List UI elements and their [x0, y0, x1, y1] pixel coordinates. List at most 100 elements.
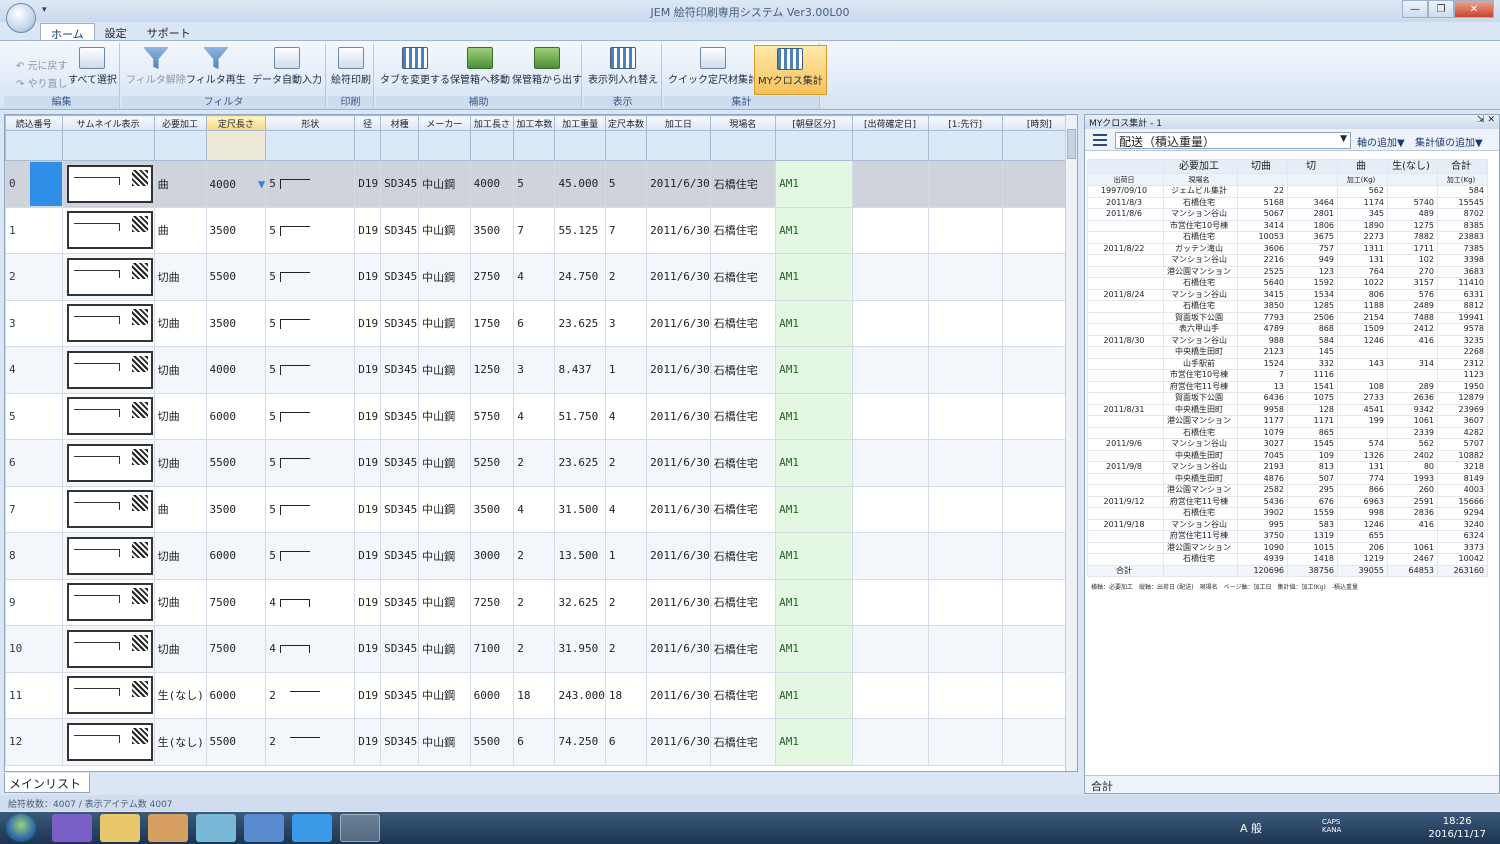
time-slot-cell[interactable]: AM1	[775, 532, 853, 580]
side-total-tab[interactable]: 合計	[1085, 775, 1499, 793]
table-cell[interactable]	[851, 625, 929, 673]
table-cell[interactable]: 4	[513, 392, 556, 440]
processing-cell[interactable]: 切曲	[153, 392, 207, 440]
stock-length-cell[interactable]: 3500	[205, 206, 267, 254]
time-slot-cell[interactable]: AM1	[775, 392, 853, 440]
table-cell[interactable]	[851, 439, 929, 487]
table-row[interactable]: 7 曲 3500 5 D19 SD345 中山鋼 3500 4 31.500 4 2011/6/30 石…	[5, 485, 1077, 533]
table-cell[interactable]: 2011/6/30	[646, 671, 711, 719]
table-row[interactable]: 5 切曲 6000 5 D19 SD345 中山鋼 5750 4 51.750 4 2011/6/30…	[5, 392, 1077, 440]
table-cell[interactable]: 4	[604, 392, 648, 440]
shape-cell[interactable]: 4	[265, 578, 356, 626]
stock-length-cell[interactable]: 5500	[205, 253, 267, 301]
row-index-cell[interactable]: 1	[5, 206, 63, 254]
quick-total-button[interactable]: クイック定尺材集計	[668, 47, 758, 86]
thumbnail-cell[interactable]	[61, 160, 155, 208]
user-app-icon[interactable]	[52, 814, 92, 842]
ime-indicator[interactable]: A 般	[1240, 820, 1262, 836]
table-cell[interactable]: SD345	[380, 485, 420, 533]
table-cell[interactable]: SD345	[380, 439, 420, 487]
table-cell[interactable]	[927, 578, 1003, 626]
table-cell[interactable]: 74.250	[554, 718, 606, 766]
table-cell[interactable]: 7250	[469, 578, 515, 626]
table-cell[interactable]: 45.000	[554, 160, 606, 208]
filter-cell[interactable]	[851, 130, 929, 161]
column-header[interactable]: 加工本数	[513, 115, 556, 131]
paint-icon[interactable]	[148, 814, 188, 842]
tab-settings[interactable]: 設定	[95, 23, 137, 41]
thumbnail-cell[interactable]	[61, 578, 155, 626]
table-cell[interactable]: 6000	[469, 671, 515, 719]
time-slot-cell[interactable]: AM1	[775, 299, 853, 347]
thumbnail-cell[interactable]	[61, 671, 155, 719]
table-cell[interactable]: 31.950	[554, 625, 606, 673]
table-cell[interactable]	[851, 392, 929, 440]
table-cell[interactable]: 5	[604, 160, 648, 208]
table-cell[interactable]: 3	[604, 299, 648, 347]
filter-replay-button[interactable]: フィルタ再生	[186, 47, 246, 86]
thumbnail-image[interactable]	[66, 211, 153, 250]
table-cell[interactable]: 6	[604, 718, 648, 766]
filter-cell[interactable]	[418, 130, 471, 161]
table-cell[interactable]	[927, 253, 1003, 301]
table-cell[interactable]: 4000	[469, 160, 515, 208]
table-cell[interactable]: SD345	[380, 625, 420, 673]
table-cell[interactable]: 2	[604, 625, 648, 673]
table-row[interactable]: 10 切曲 7500 4 D19 SD345 中山鋼 7100 2 31.950 2 2011/6/3…	[5, 625, 1077, 673]
row-index-cell[interactable]: 5	[5, 392, 63, 440]
table-cell[interactable]: 2011/6/30	[646, 392, 711, 440]
column-header[interactable]: 定尺本数	[604, 115, 648, 131]
thumbnail-image[interactable]	[66, 257, 153, 296]
table-cell[interactable]: SD345	[380, 578, 420, 626]
table-cell[interactable]	[851, 346, 929, 394]
table-row[interactable]: 1 曲 3500 5 D19 SD345 中山鋼 3500 7 55.125 7 2011/6/30 石…	[5, 206, 1077, 254]
table-cell[interactable]: 中山鋼	[418, 299, 471, 347]
table-cell[interactable]	[927, 485, 1003, 533]
table-row[interactable]: 2 切曲 5500 5 D19 SD345 中山鋼 2750 4 24.750 2 2011/6/30…	[5, 253, 1077, 301]
table-cell[interactable]: D19	[354, 160, 382, 208]
table-row[interactable]: 11 生(なし) 6000 2 D19 SD345 中山鋼 6000 18 243.000 18 20…	[5, 671, 1077, 719]
shape-cell[interactable]: 5	[265, 532, 356, 580]
scrollbar-thumb[interactable]	[1067, 129, 1076, 159]
table-cell[interactable]: 6	[513, 299, 556, 347]
table-cell[interactable]	[851, 578, 929, 626]
table-cell[interactable]	[927, 625, 1003, 673]
table-cell[interactable]: 23.625	[554, 439, 606, 487]
table-cell[interactable]: D19	[354, 439, 382, 487]
table-cell[interactable]: 中山鋼	[418, 625, 471, 673]
table-cell[interactable]: 石橋住宅	[709, 718, 777, 766]
shape-cell[interactable]: 5	[265, 206, 356, 254]
table-cell[interactable]: D19	[354, 392, 382, 440]
table-cell[interactable]: 中山鋼	[418, 160, 471, 208]
redo-button[interactable]: ↷ やり直し	[16, 75, 68, 90]
table-cell[interactable]	[851, 485, 929, 533]
take-from-storage-button[interactable]: 保管箱から出す	[512, 47, 582, 86]
table-cell[interactable]: 2011/6/30	[646, 346, 711, 394]
table-cell[interactable]: 石橋住宅	[709, 346, 777, 394]
table-row[interactable]: 12 生(なし) 5500 2 D19 SD345 中山鋼 5500 6 74.250 6 2011/…	[5, 718, 1077, 766]
table-cell[interactable]	[927, 299, 1003, 347]
change-tab-button[interactable]: タブを変更する	[380, 47, 450, 86]
stock-length-cell[interactable]: 3500	[205, 299, 267, 347]
table-row[interactable]: 9 切曲 7500 4 D19 SD345 中山鋼 7250 2 32.625 2 2011/6/30…	[5, 578, 1077, 626]
table-cell[interactable]: 石橋住宅	[709, 253, 777, 301]
row-index-cell[interactable]: 10	[5, 625, 63, 673]
processing-cell[interactable]: 生(なし)	[153, 671, 207, 719]
time-slot-cell[interactable]: AM1	[775, 718, 853, 766]
time-slot-cell[interactable]: AM1	[775, 671, 853, 719]
row-index-cell[interactable]: 4	[5, 346, 63, 394]
thumbnail-cell[interactable]	[61, 718, 155, 766]
table-cell[interactable]: 24.750	[554, 253, 606, 301]
shape-cell[interactable]: 4	[265, 625, 356, 673]
thumbnail-cell[interactable]	[61, 346, 155, 394]
shape-cell[interactable]: 5	[265, 160, 356, 208]
table-cell[interactable]: 2011/6/30	[646, 299, 711, 347]
table-cell[interactable]: 2	[604, 578, 648, 626]
table-cell[interactable]: 32.625	[554, 578, 606, 626]
column-header[interactable]: メーカー	[418, 115, 471, 131]
stock-length-cell[interactable]: 6000	[205, 671, 267, 719]
maximize-button[interactable]: ❐	[1428, 0, 1454, 18]
tab-home[interactable]: ホーム	[40, 23, 95, 41]
thumbnail-image[interactable]	[66, 443, 153, 482]
table-row[interactable]: 3 切曲 3500 5 D19 SD345 中山鋼 1750 6 23.625 3 2011/6/30…	[5, 299, 1077, 347]
